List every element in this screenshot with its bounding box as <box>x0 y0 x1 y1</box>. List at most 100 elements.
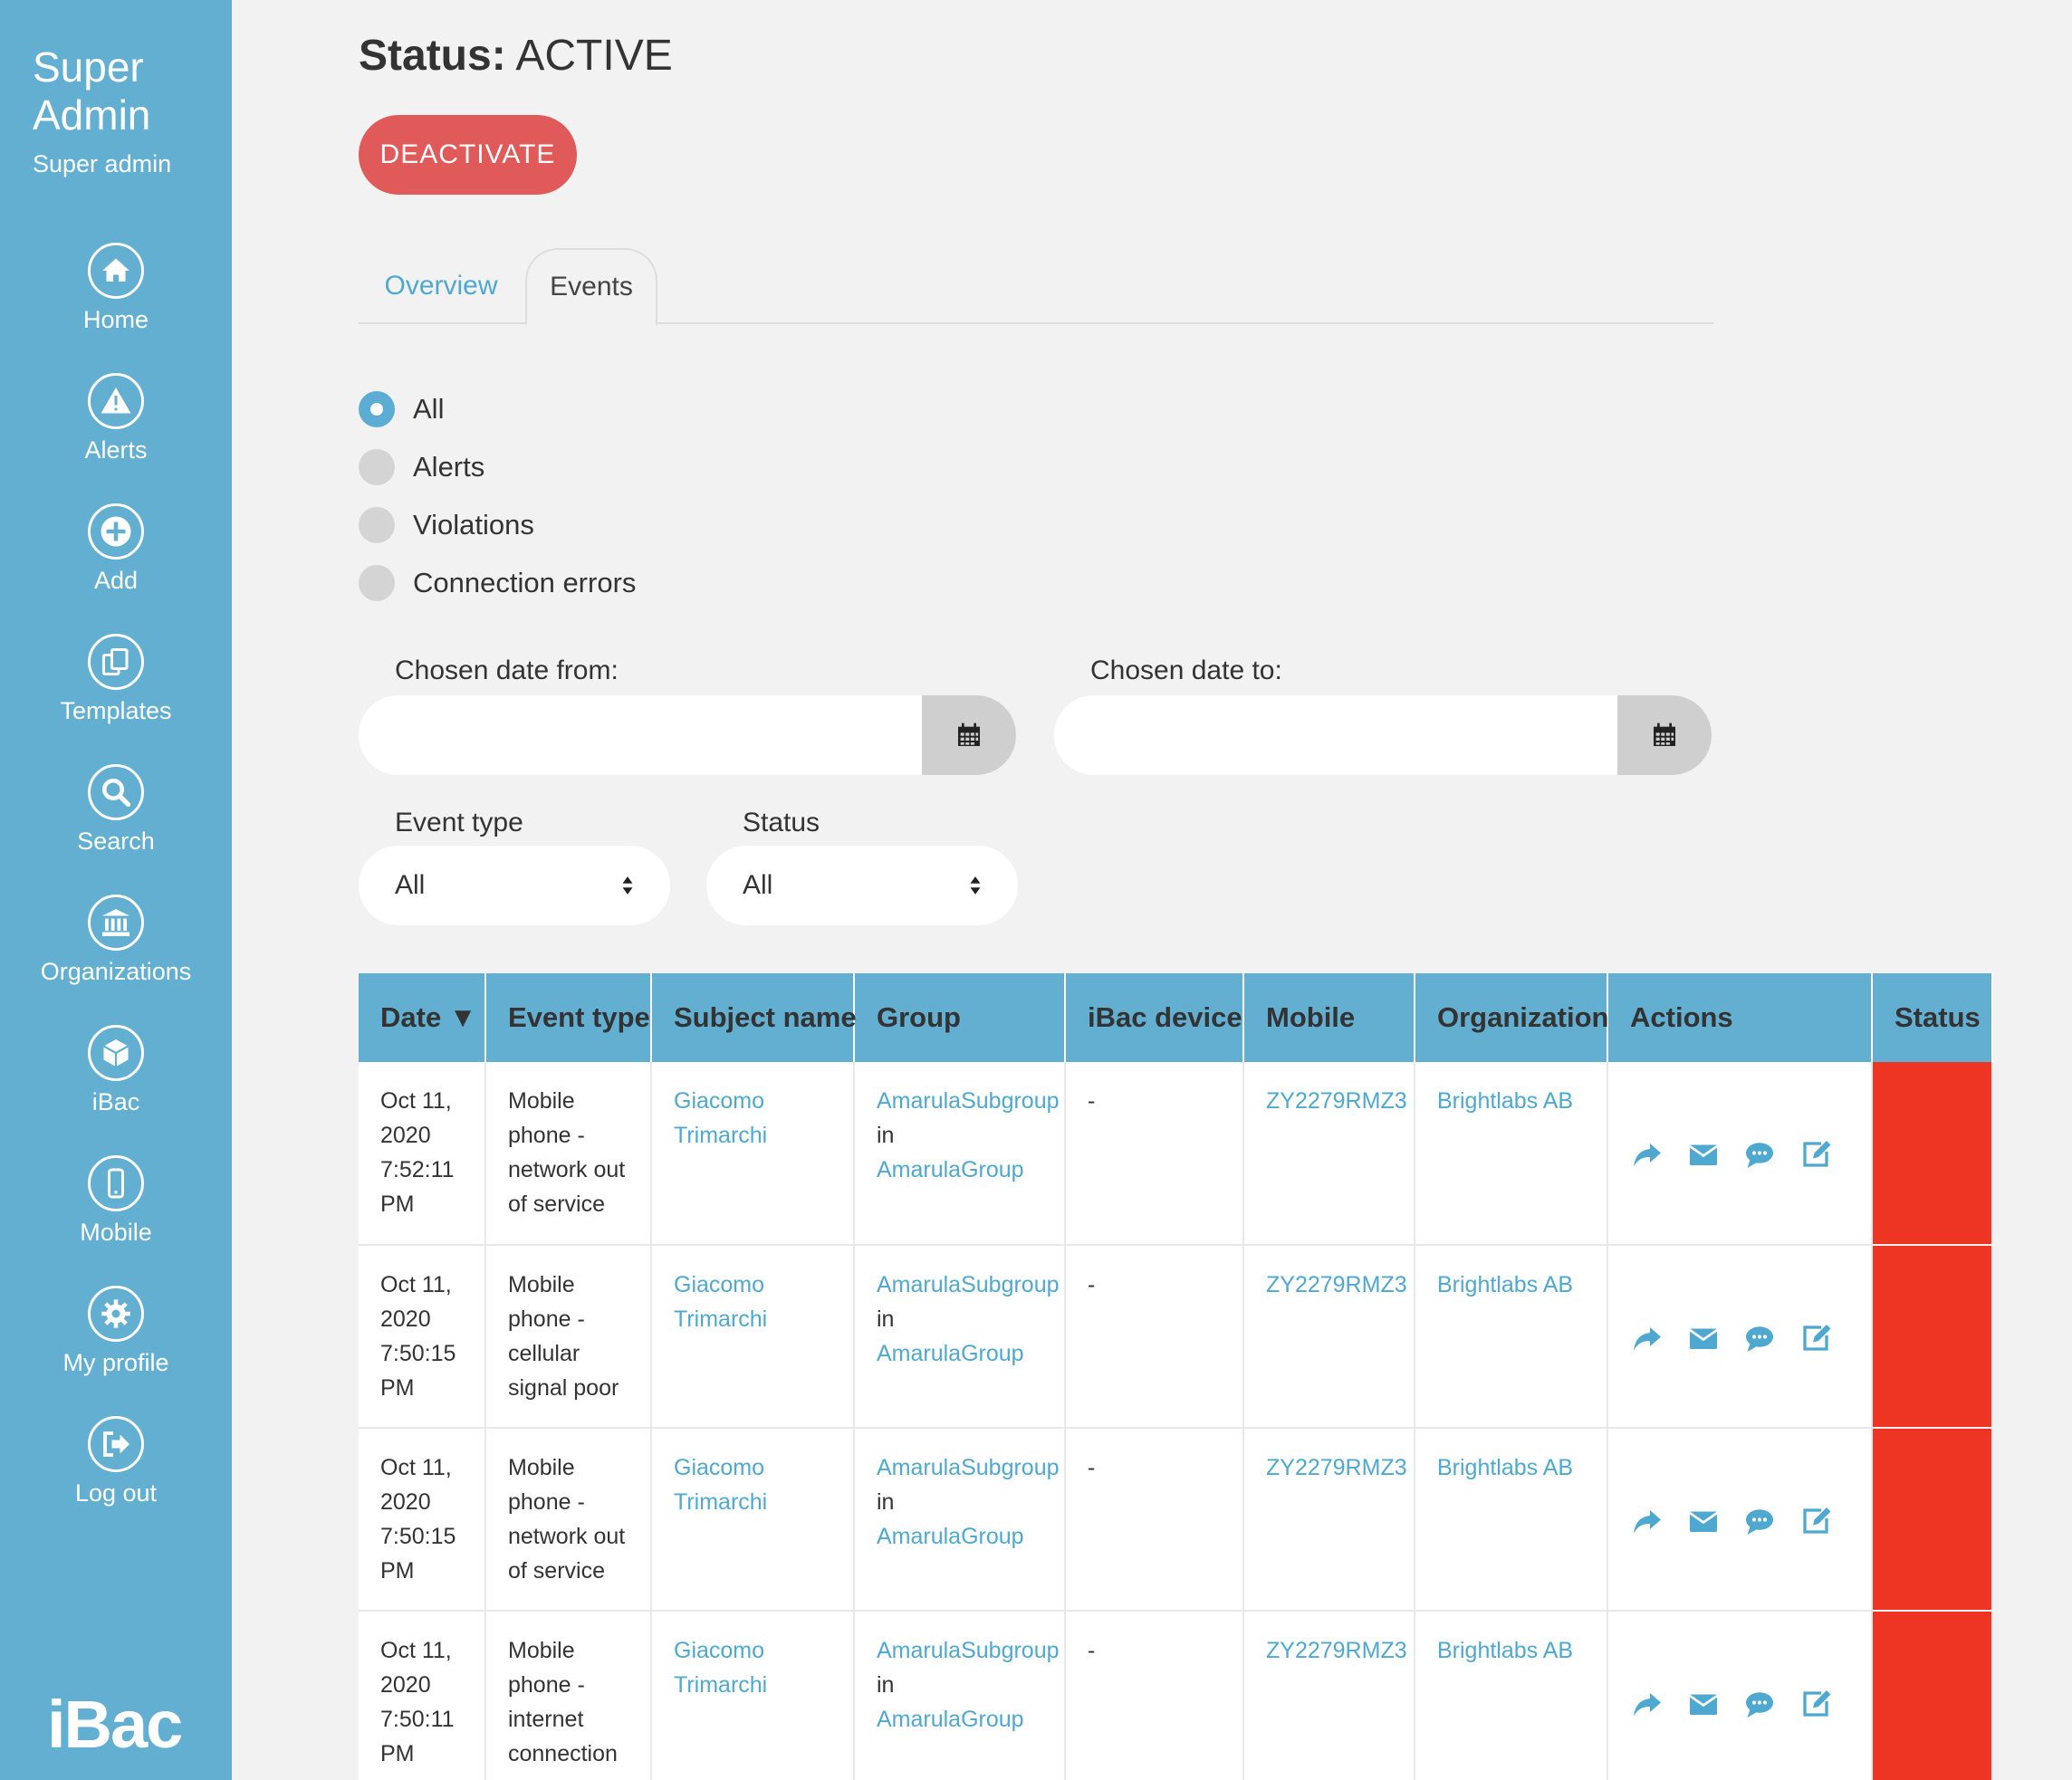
edit-icon[interactable] <box>1799 1688 1833 1720</box>
subject-link[interactable]: Giacomo Trimarchi <box>674 1450 831 1519</box>
group-link[interactable]: AmarulaGroup <box>877 1341 1024 1366</box>
mobile-link[interactable]: ZY2279RMZ3 <box>1266 1455 1407 1480</box>
sidebar-item-label: My profile <box>62 1349 169 1376</box>
envelope-icon[interactable] <box>1686 1688 1721 1720</box>
sidebar-item-alerts[interactable]: Alerts <box>0 373 232 464</box>
date-to-calendar-button[interactable] <box>1617 695 1712 775</box>
subject-link[interactable]: Giacomo Trimarchi <box>674 1084 831 1153</box>
chat-icon[interactable] <box>1742 1505 1777 1537</box>
sidebar-item-home[interactable]: Home <box>0 243 232 334</box>
radio-label: Violations <box>413 509 534 541</box>
cell-mobile: ZY2279RMZ3 <box>1243 1245 1415 1429</box>
forward-icon[interactable] <box>1630 1322 1664 1354</box>
edit-icon[interactable] <box>1799 1505 1833 1537</box>
radio-label: Connection errors <box>413 567 637 598</box>
deactivate-button[interactable]: DEACTIVATE <box>359 115 577 195</box>
forward-icon[interactable] <box>1630 1138 1664 1171</box>
date-from-label: Chosen date from: <box>395 656 619 685</box>
sidebar-item-label: iBac <box>91 1088 140 1115</box>
subject-last-name: Trimarchi <box>674 1123 768 1148</box>
subgroup-link[interactable]: AmarulaSubgroup <box>877 1268 1060 1302</box>
forward-icon[interactable] <box>1630 1505 1664 1537</box>
subgroup-link[interactable]: AmarulaSubgroup <box>877 1450 1060 1485</box>
status-indicator <box>1872 1428 1993 1612</box>
radio-button[interactable] <box>359 449 395 485</box>
sidebar-item-mobile[interactable]: Mobile <box>0 1155 232 1247</box>
forward-icon[interactable] <box>1630 1688 1664 1720</box>
date-line: 7:52:11 <box>380 1157 455 1182</box>
radio-violations[interactable]: Violations <box>359 496 636 554</box>
radio-button[interactable] <box>359 391 395 427</box>
mobile-link[interactable]: ZY2279RMZ3 <box>1266 1638 1407 1663</box>
date-to-input[interactable] <box>1054 695 1617 775</box>
column-header-event-type[interactable]: Event type <box>485 973 652 1062</box>
column-header-organization[interactable]: Organization <box>1415 973 1608 1062</box>
radio-button[interactable] <box>359 565 395 601</box>
cell-ibac-device: - <box>1065 1245 1244 1429</box>
row-actions <box>1630 1505 1849 1537</box>
organization-link[interactable]: Brightlabs AB <box>1437 1088 1573 1114</box>
group-link[interactable]: AmarulaGroup <box>877 1524 1024 1549</box>
mobile-link[interactable]: ZY2279RMZ3 <box>1266 1272 1407 1297</box>
radio-connection-errors[interactable]: Connection errors <box>359 554 636 612</box>
date-to-field <box>1054 695 1712 775</box>
tab-events[interactable]: Events <box>525 248 657 326</box>
organization-link[interactable]: Brightlabs AB <box>1437 1638 1573 1663</box>
cell-date: Oct 11, 2020 7:50:11 PM <box>359 1611 486 1780</box>
chat-icon[interactable] <box>1742 1138 1777 1171</box>
sidebar-item-ibac[interactable]: iBac <box>0 1025 232 1116</box>
subgroup-link[interactable]: AmarulaSubgroup <box>877 1633 1060 1668</box>
radio-button[interactable] <box>359 507 395 543</box>
cube-icon <box>88 1025 144 1081</box>
sidebar-item-add[interactable]: Add <box>0 503 232 595</box>
sidebar-item-label: Mobile <box>80 1219 152 1246</box>
radio-alerts[interactable]: Alerts <box>359 438 636 496</box>
chat-icon[interactable] <box>1742 1688 1777 1720</box>
event-type-line: phone - <box>508 1306 585 1332</box>
envelope-icon[interactable] <box>1686 1505 1721 1537</box>
group-link[interactable]: AmarulaGroup <box>877 1157 1024 1182</box>
subject-link[interactable]: Giacomo Trimarchi <box>674 1268 831 1336</box>
column-header-subject-name[interactable]: Subject name <box>651 973 857 1062</box>
events-table: Date ▼ Event type Subject name Group iBa… <box>359 973 1993 1780</box>
date-from-field <box>359 695 1016 775</box>
column-header-group[interactable]: Group <box>854 973 1066 1062</box>
column-header-status[interactable]: Status <box>1872 973 1993 1062</box>
subject-last-name: Trimarchi <box>674 1672 768 1698</box>
tab-overview[interactable]: Overview <box>359 248 523 324</box>
organization-link[interactable]: Brightlabs AB <box>1437 1455 1573 1480</box>
envelope-icon[interactable] <box>1686 1138 1721 1171</box>
status-indicator <box>1872 1245 1993 1429</box>
column-header-ibac-device[interactable]: iBac device <box>1065 973 1244 1062</box>
cell-actions <box>1607 1245 1873 1429</box>
sidebar-item-organizations[interactable]: Organizations <box>0 895 232 986</box>
status-select[interactable]: All <box>706 846 1018 925</box>
date-from-input[interactable] <box>359 695 922 775</box>
date-from-calendar-button[interactable] <box>922 695 1016 775</box>
subject-first-name: Giacomo <box>674 1455 765 1480</box>
event-type-select[interactable]: All <box>359 846 670 925</box>
envelope-icon[interactable] <box>1686 1322 1721 1354</box>
subgroup-link[interactable]: AmarulaSubgroup <box>877 1084 1060 1118</box>
date-line: Oct 11, <box>380 1272 452 1297</box>
radio-all[interactable]: All <box>359 380 636 438</box>
sidebar-item-my-profile[interactable]: My profile <box>0 1286 232 1377</box>
sidebar-item-search[interactable]: Search <box>0 764 232 856</box>
cell-event-type: Mobile phone - network out of service <box>485 1062 652 1246</box>
subject-link[interactable]: Giacomo Trimarchi <box>674 1633 831 1702</box>
calendar-icon <box>958 723 980 746</box>
ibac-logo[interactable]: iBac <box>47 1686 183 1763</box>
chat-icon[interactable] <box>1742 1322 1777 1354</box>
organization-link[interactable]: Brightlabs AB <box>1437 1272 1573 1297</box>
table-row: Oct 11, 2020 7:50:15 PM Mobile phone - n… <box>359 1428 1993 1612</box>
sidebar-item-log-out[interactable]: Log out <box>0 1416 232 1507</box>
column-header-mobile[interactable]: Mobile <box>1243 973 1415 1062</box>
edit-icon[interactable] <box>1799 1138 1833 1171</box>
date-line: 2020 <box>380 1672 431 1698</box>
edit-icon[interactable] <box>1799 1322 1833 1354</box>
cell-group: AmarulaSubgroup in AmarulaGroup <box>854 1245 1066 1429</box>
group-link[interactable]: AmarulaGroup <box>877 1707 1024 1732</box>
column-header-date[interactable]: Date ▼ <box>359 973 486 1062</box>
sidebar-item-templates[interactable]: Templates <box>0 634 232 725</box>
mobile-link[interactable]: ZY2279RMZ3 <box>1266 1088 1407 1114</box>
